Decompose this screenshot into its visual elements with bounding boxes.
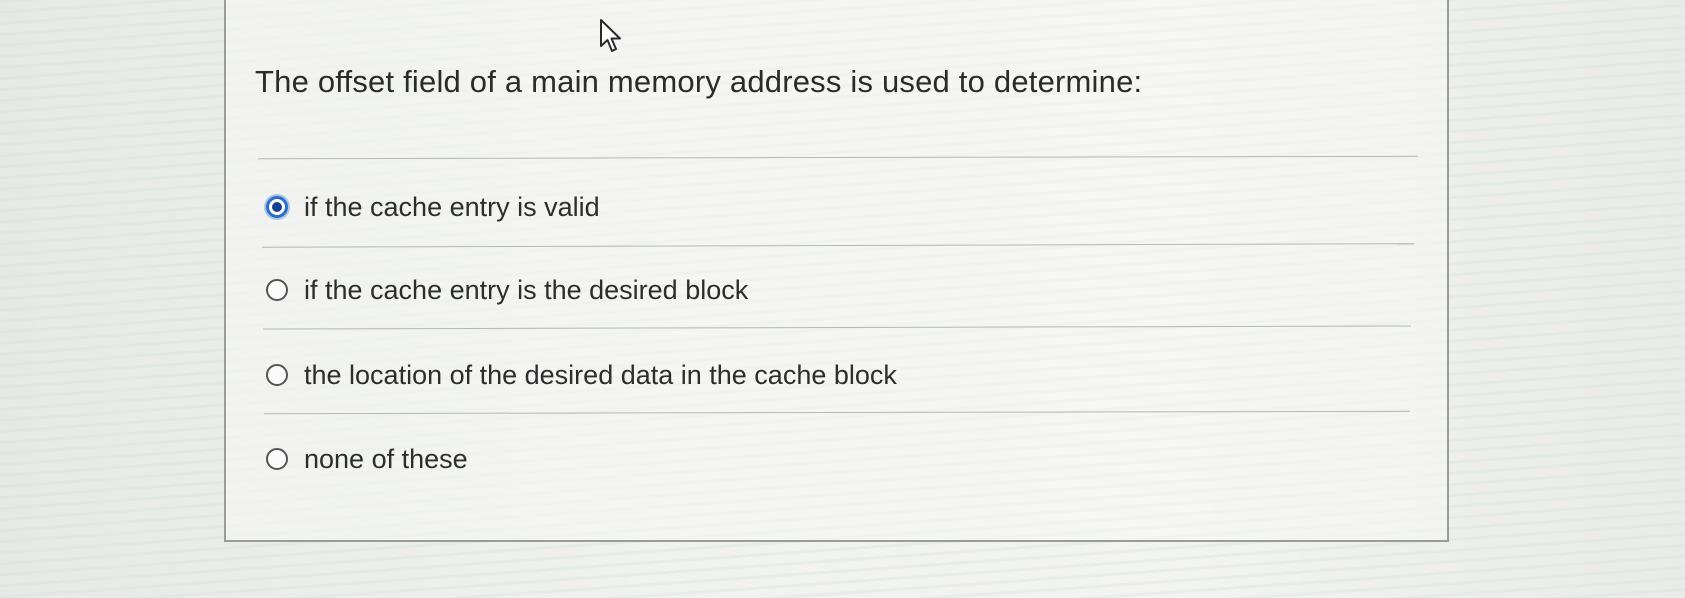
radio-button-icon[interactable] [266, 279, 288, 301]
option-desired-block[interactable]: if the cache entry is the desired block [266, 270, 748, 310]
option-label: none of these [304, 443, 468, 474]
option-label: the location of the desired data in the … [304, 359, 897, 390]
option-label: if the cache entry is the desired block [304, 274, 749, 305]
option-valid[interactable]: if the cache entry is valid [266, 187, 600, 227]
radio-button-icon[interactable] [266, 448, 288, 470]
radio-button-selected-icon[interactable] [266, 196, 288, 218]
option-location[interactable]: the location of the desired data in the … [266, 355, 897, 395]
option-none[interactable]: none of these [266, 439, 468, 479]
mouse-pointer-arrow-icon [600, 19, 621, 52]
option-label: if the cache entry is valid [304, 191, 600, 222]
question-text: The offset field of a main memory addres… [255, 64, 1143, 99]
radio-button-icon[interactable] [266, 364, 288, 386]
